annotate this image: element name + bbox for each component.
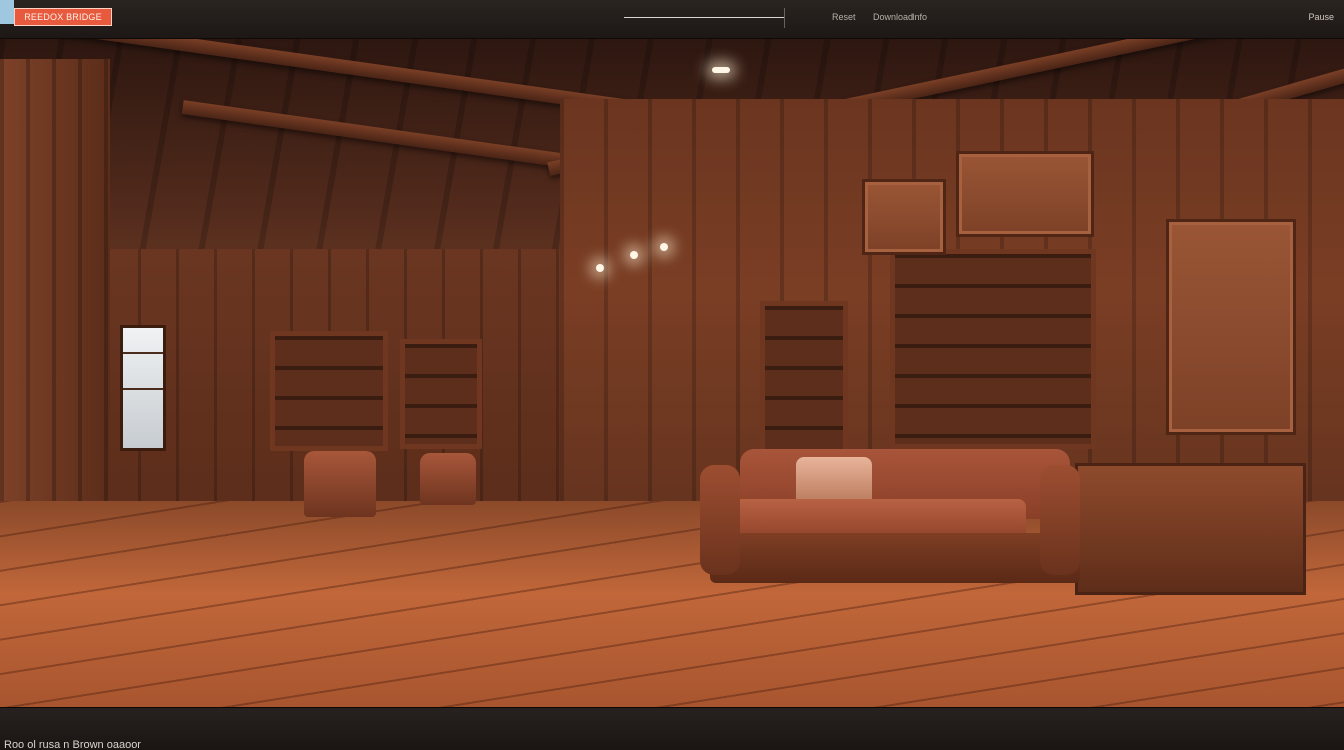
bookshelf xyxy=(270,331,388,451)
ceiling-light xyxy=(596,264,604,272)
menu-item-download[interactable]: Download xyxy=(873,11,913,23)
window-mullion xyxy=(123,352,163,354)
progress-fill xyxy=(624,17,784,18)
menu-item-reset[interactable]: Reset xyxy=(832,11,856,23)
window xyxy=(120,325,166,451)
armchair xyxy=(304,451,376,517)
progress-bar[interactable] xyxy=(624,17,784,18)
wall-panel xyxy=(862,179,946,255)
toolbar-divider xyxy=(784,8,785,28)
sofa-arm xyxy=(700,465,740,575)
sofa-arm xyxy=(1040,465,1080,575)
sofa-base xyxy=(710,533,1080,583)
pause-button[interactable]: Pause xyxy=(1308,11,1334,23)
ceiling-light xyxy=(630,251,638,259)
app-window: REEDOX BRIDGE Reset Download Info Pause xyxy=(0,0,1344,750)
bookshelf xyxy=(760,301,848,459)
menu-item-info[interactable]: Info xyxy=(912,11,927,23)
bottom-status-bar: Roo ol rusa n Brown oaaoor xyxy=(0,707,1344,750)
caption-text: Roo ol rusa n Brown oaaoor xyxy=(4,739,141,750)
bookshelf xyxy=(890,249,1096,449)
wall-panel xyxy=(1166,219,1296,435)
window-mullion xyxy=(123,388,163,390)
brand-badge[interactable]: REEDOX BRIDGE xyxy=(14,8,112,26)
sofa xyxy=(700,447,1084,587)
window-edge-swatch xyxy=(0,0,14,24)
top-toolbar: REEDOX BRIDGE Reset Download Info Pause xyxy=(0,0,1344,39)
armchair xyxy=(420,453,476,505)
sideboard xyxy=(1075,463,1306,595)
wall-panel xyxy=(956,151,1094,237)
ceiling-light xyxy=(660,243,668,251)
bookshelf xyxy=(400,339,482,449)
scene-viewport[interactable] xyxy=(0,39,1344,707)
ceiling-light xyxy=(712,67,730,73)
